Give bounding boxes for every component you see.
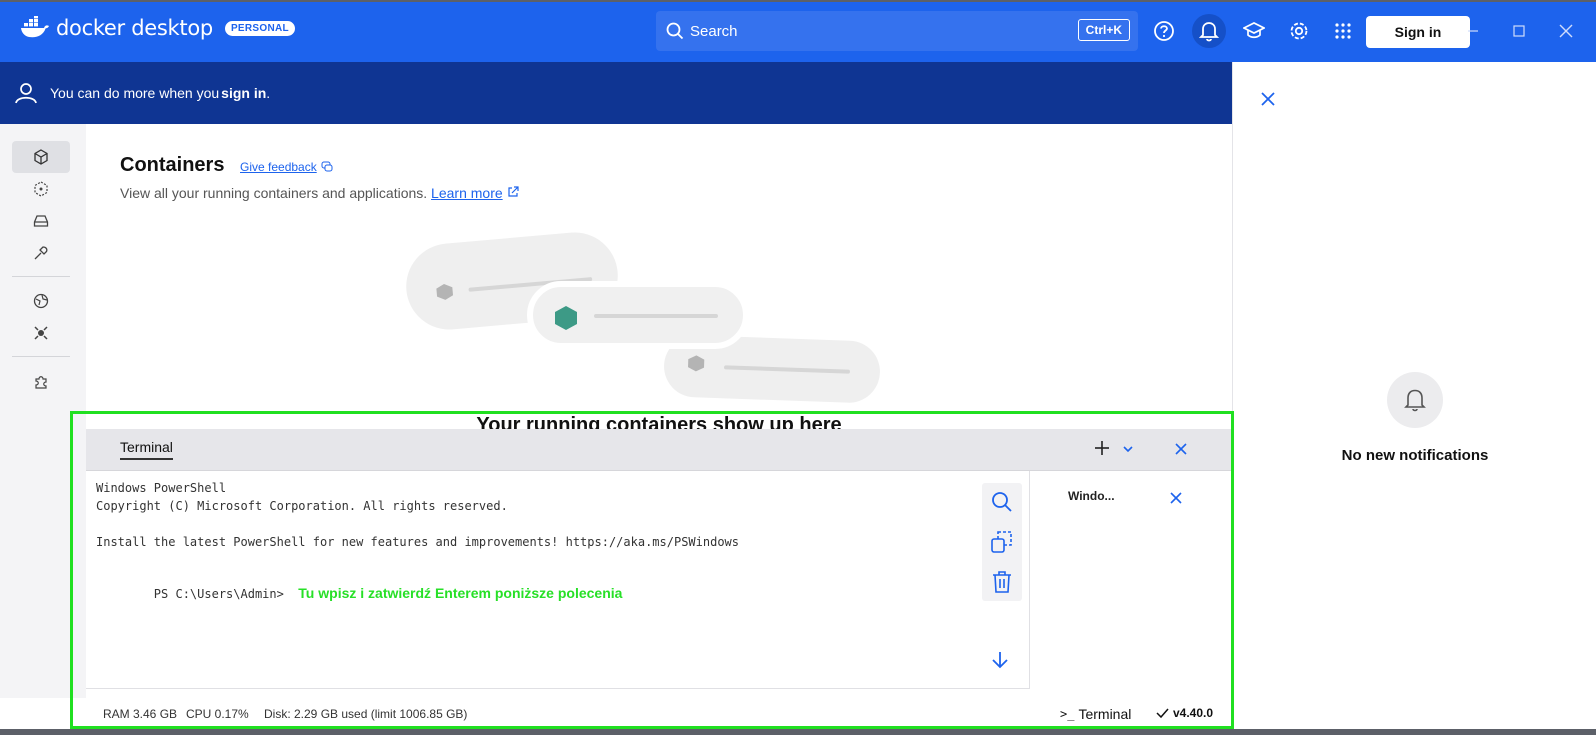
- volumes-icon: [33, 215, 49, 227]
- title-bar: docker desktop PERSONAL Search Ctrl+K Si…: [0, 2, 1596, 62]
- sign-in-button[interactable]: Sign in: [1366, 16, 1470, 48]
- sidebar-item-docker-hub[interactable]: [12, 285, 70, 317]
- extensions-icon: [35, 376, 47, 389]
- new-terminal-plus-icon[interactable]: [1094, 440, 1110, 461]
- feedback-chat-icon: [321, 161, 333, 172]
- learning-center-icon[interactable]: [1237, 14, 1271, 48]
- search-bar[interactable]: Search Ctrl+K: [656, 11, 1138, 51]
- terminal-toggle-label: Terminal: [1078, 706, 1132, 722]
- close-terminal-icon[interactable]: [1174, 442, 1188, 461]
- terminal-line: Windows PowerShell: [96, 481, 227, 495]
- give-feedback-label: Give feedback: [240, 160, 317, 174]
- terminal-sessions: Windo...: [1038, 471, 1232, 699]
- terminal-prompt-line: PS C:\Users\Admin> Tu wpisz i zatwierdź …: [96, 571, 1019, 601]
- version-label: v4.40.0: [1173, 706, 1214, 720]
- tab-terminal[interactable]: Terminal: [120, 439, 173, 460]
- close-window-icon[interactable]: [1553, 18, 1579, 44]
- builds-icon: [34, 246, 48, 260]
- terminal-session-item[interactable]: Windo...: [1068, 489, 1115, 503]
- subtitle-text: View all your running containers and app…: [120, 185, 428, 201]
- terminal-header: Terminal: [86, 429, 1232, 471]
- docker-desktop-window: docker desktop PERSONAL Search Ctrl+K Si…: [0, 0, 1596, 735]
- terminal-toolbar: [982, 483, 1022, 601]
- sidebar-item-extensions[interactable]: [12, 366, 70, 398]
- notifications-bell-icon[interactable]: [1192, 14, 1226, 48]
- status-bar: RAM 3.46 GB CPU 0.17% Disk: 2.29 GB used…: [0, 698, 1232, 729]
- containers-icon: [34, 149, 48, 165]
- search-placeholder: Search: [690, 22, 738, 40]
- images-icon: [34, 181, 48, 197]
- checkmark-icon: [1156, 708, 1169, 719]
- clear-trash-icon[interactable]: [992, 571, 1012, 598]
- terminal-output[interactable]: Windows PowerShell Copyright (C) Microso…: [86, 471, 1030, 689]
- close-session-icon[interactable]: [1170, 491, 1182, 509]
- plan-badge: PERSONAL: [224, 20, 295, 36]
- app-name: docker desktop: [56, 16, 213, 40]
- sidebar-divider: [12, 276, 70, 277]
- apps-grid-icon[interactable]: [1326, 14, 1360, 48]
- docker-scout-icon: [34, 326, 48, 340]
- banner-sign-in-link[interactable]: sign in: [221, 85, 266, 101]
- empty-state-title: Your running containers show up here: [476, 414, 842, 430]
- chevron-down-icon[interactable]: [1122, 442, 1134, 460]
- banner-suffix: .: [266, 85, 271, 101]
- empty-containers-illustration: [406, 232, 880, 403]
- version-indicator[interactable]: v4.40.0: [1156, 706, 1213, 720]
- docker-logo[interactable]: docker desktop PERSONAL: [20, 16, 295, 40]
- terminal-line: Copyright (C) Microsoft Corporation. All…: [96, 499, 508, 513]
- help-icon[interactable]: [1147, 14, 1181, 48]
- sidebar-item-builds[interactable]: [12, 237, 70, 269]
- sidebar-item-images[interactable]: [12, 173, 70, 205]
- ram-usage: RAM 3.46 GB: [103, 707, 178, 721]
- sidebar-item-docker-scout[interactable]: [12, 317, 70, 349]
- terminal-prompt-icon: >_: [1060, 707, 1075, 721]
- user-icon: [15, 83, 37, 104]
- minimize-icon[interactable]: [1460, 18, 1486, 44]
- terminal-panel: Terminal Windows PowerShell Copyright (C…: [86, 429, 1232, 699]
- docker-whale-icon: [21, 16, 49, 38]
- no-notifications-text: No new notifications: [1341, 447, 1489, 464]
- sidebar-item-volumes[interactable]: [12, 205, 70, 237]
- scroll-down-arrow-icon[interactable]: [991, 651, 1009, 674]
- docker-hub-icon: [33, 293, 49, 309]
- terminal-search-icon[interactable]: [991, 491, 1013, 518]
- sign-in-banner: You can do more when you sign in .: [0, 62, 1232, 124]
- terminal-line: Install the latest PowerShell for new fe…: [96, 535, 739, 549]
- give-feedback-link[interactable]: Give feedback: [240, 160, 333, 174]
- close-notifications-icon[interactable]: [1261, 92, 1275, 111]
- cpu-usage: CPU 0.17%: [186, 707, 249, 721]
- learn-more-link[interactable]: Learn more: [431, 185, 503, 201]
- empty-notifications-bell-icon: [1387, 372, 1443, 428]
- sidebar: [0, 124, 86, 729]
- sidebar-divider-2: [12, 356, 70, 357]
- sidebar-item-containers[interactable]: [12, 141, 70, 173]
- search-shortcut: Ctrl+K: [1077, 19, 1130, 41]
- maximize-icon[interactable]: [1506, 18, 1532, 44]
- terminal-toggle-button[interactable]: >_ Terminal: [1060, 706, 1131, 722]
- settings-gear-icon[interactable]: [1282, 14, 1316, 48]
- page-title: Containers: [120, 154, 225, 176]
- page-subtitle: View all your running containers and app…: [120, 185, 519, 201]
- external-link-icon: [507, 186, 519, 197]
- search-icon: [666, 22, 684, 40]
- banner-text: You can do more when you: [50, 85, 220, 101]
- disk-usage: Disk: 2.29 GB used (limit 1006.85 GB): [264, 707, 468, 721]
- copy-icon[interactable]: [991, 531, 1013, 558]
- terminal-prompt: PS C:\Users\Admin>: [153, 587, 284, 601]
- notifications-panel: No new notifications: [1232, 62, 1596, 729]
- instruction-annotation: Tu wpisz i zatwierdź Enterem poniższe po…: [298, 585, 623, 601]
